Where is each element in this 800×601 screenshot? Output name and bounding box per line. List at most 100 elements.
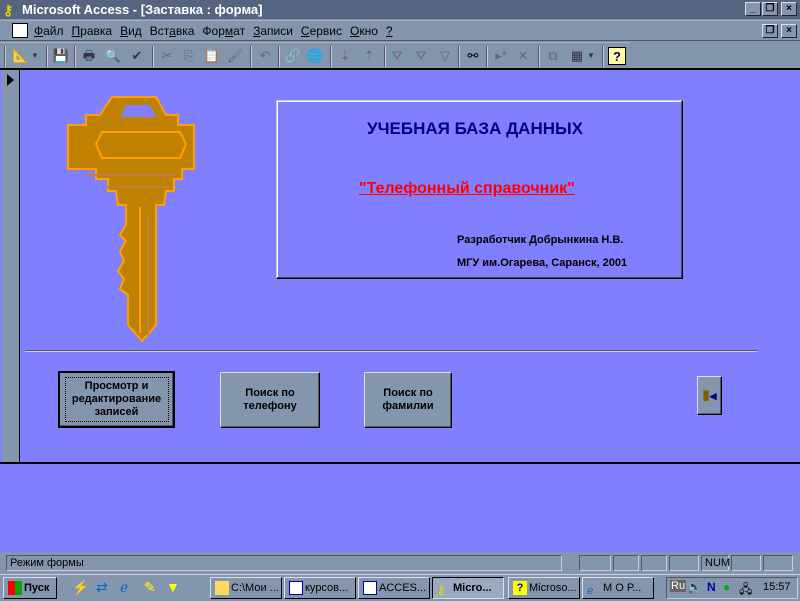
key-image bbox=[67, 96, 195, 343]
new-object-icon[interactable]: ▦ bbox=[568, 47, 586, 65]
task-word-1[interactable]: курсов... bbox=[284, 577, 356, 599]
menu-item-2[interactable]: Вид bbox=[116, 21, 146, 41]
internet-explorer-icon: ℯ bbox=[587, 585, 594, 598]
start-button[interactable]: Пуск bbox=[3, 577, 57, 599]
menu-label: ервис bbox=[309, 24, 342, 38]
title-bar: ⚷ Microsoft Access - [Заставка : форма] … bbox=[0, 0, 800, 19]
key-app-icon: ⚷ bbox=[3, 2, 14, 18]
menu-item-4[interactable]: Формат bbox=[198, 21, 249, 41]
task-label: курсов... bbox=[305, 582, 349, 594]
copy-icon[interactable]: ⎘ bbox=[180, 47, 198, 65]
task-ie[interactable]: ℯ М О Р... bbox=[582, 577, 654, 599]
status-panel bbox=[641, 555, 667, 571]
minimize-button[interactable]: _ bbox=[745, 2, 761, 16]
menu-label: ид bbox=[128, 24, 142, 38]
print-icon[interactable]: 🖶 bbox=[80, 47, 98, 65]
word-doc-icon bbox=[289, 581, 303, 596]
sort-descending-icon[interactable]: ⇡ bbox=[360, 47, 378, 65]
design-view-icon[interactable]: 📐 bbox=[12, 47, 30, 65]
title-panel: УЧЕБНАЯ БАЗА ДАННЫХ "Телефонный справочн… bbox=[276, 100, 683, 279]
status-panel bbox=[579, 555, 611, 571]
menu-item-1[interactable]: Правка bbox=[68, 21, 117, 41]
menu-accelerator: С bbox=[300, 24, 310, 38]
key-icon: ⚷ bbox=[437, 585, 446, 598]
search-by-name-button[interactable]: Поиск по фамилии bbox=[364, 372, 452, 428]
restore-button[interactable]: ❐ bbox=[762, 2, 778, 16]
task-label: C:\Мои ... bbox=[231, 582, 279, 594]
author-text: Разработчик Добрынкина Н.В. bbox=[457, 234, 624, 246]
menu-label: Фор bbox=[202, 24, 225, 38]
task-access-active[interactable]: ⚷ Micro... bbox=[432, 577, 504, 599]
hyperlink-icon[interactable]: 🔗 bbox=[284, 47, 302, 65]
internet-explorer-icon[interactable]: ℯ bbox=[120, 579, 128, 596]
browse-records-button[interactable]: Просмотр и редактирование записей bbox=[58, 371, 175, 428]
doc-close-button[interactable]: × bbox=[781, 24, 797, 38]
task-label: Microso... bbox=[529, 582, 577, 594]
filter-by-selection-icon[interactable]: ⛛ bbox=[388, 47, 406, 65]
language-indicator[interactable]: Ru bbox=[670, 580, 687, 592]
form-section-divider bbox=[0, 462, 800, 464]
database-window-icon[interactable]: ⧉ bbox=[544, 47, 562, 65]
menu-item-3[interactable]: Вставка bbox=[146, 21, 199, 41]
quicklaunch-icon[interactable]: ⚡ bbox=[72, 579, 89, 596]
menu-label: айл bbox=[43, 24, 64, 38]
menu-accelerator: ? bbox=[385, 24, 393, 38]
new-object-dropdown-icon[interactable]: ▼ bbox=[586, 47, 596, 65]
apply-filter-icon[interactable]: ▽ bbox=[436, 47, 454, 65]
menu-item-7[interactable]: Окно bbox=[346, 21, 382, 41]
task-folder[interactable]: C:\Мои ... bbox=[210, 577, 282, 599]
undo-icon[interactable]: ↶ bbox=[256, 47, 274, 65]
antivirus-icon[interactable]: N bbox=[707, 580, 716, 594]
save-icon[interactable]: 💾 bbox=[52, 47, 70, 65]
status-panel bbox=[669, 555, 699, 571]
quicklaunch-icon[interactable]: ✎ bbox=[144, 579, 156, 596]
network-icon[interactable]: 🖧 bbox=[739, 580, 752, 601]
taskbar: Пуск ⚡ ⇄ ℯ ✎ ▼ C:\Мои ... курсов... ACCE… bbox=[0, 574, 800, 600]
help-icon: ? bbox=[513, 581, 527, 596]
menu-item-6[interactable]: Сервис bbox=[297, 21, 346, 41]
menu-item-0[interactable]: Файл bbox=[30, 21, 68, 41]
menu-label: аписи bbox=[260, 24, 293, 38]
sort-ascending-icon[interactable]: ⇣ bbox=[336, 47, 354, 65]
help-icon[interactable]: ? bbox=[608, 47, 626, 65]
cut-icon[interactable]: ✂ bbox=[158, 47, 176, 65]
current-record-arrow-icon bbox=[7, 74, 14, 86]
close-button[interactable]: × bbox=[781, 2, 797, 16]
tray-icon[interactable]: ● bbox=[723, 580, 730, 594]
system-tray: Ru 🔈 N ● 🖧 15:57 bbox=[666, 577, 798, 599]
form-doc-icon bbox=[12, 23, 28, 38]
delete-record-icon[interactable]: ✕ bbox=[514, 47, 532, 65]
status-panel bbox=[613, 555, 639, 571]
task-help[interactable]: ? Microso... bbox=[508, 577, 580, 599]
menu-accelerator: П bbox=[71, 24, 81, 38]
menu-accelerator: а bbox=[169, 24, 176, 38]
web-toolbar-icon[interactable]: 🌐 bbox=[306, 47, 324, 65]
status-panel bbox=[763, 555, 793, 571]
quicklaunch-icon[interactable]: ▼ bbox=[166, 579, 180, 595]
record-selector[interactable] bbox=[2, 70, 20, 462]
filter-by-form-icon[interactable]: ⛛ bbox=[412, 47, 430, 65]
menu-label: Вст bbox=[149, 24, 170, 38]
quicklaunch-icon[interactable]: ⇄ bbox=[96, 579, 108, 596]
task-label: ACCES... bbox=[379, 582, 427, 594]
new-record-icon[interactable]: ▸* bbox=[492, 47, 510, 65]
num-lock-indicator: NUM bbox=[701, 555, 730, 571]
start-label: Пуск bbox=[24, 582, 50, 594]
spelling-icon[interactable]: ✔ bbox=[128, 47, 146, 65]
exit-button[interactable]: ▮◀ bbox=[697, 376, 722, 415]
doc-restore-button[interactable]: ❐ bbox=[762, 24, 778, 38]
clock: 15:57 bbox=[763, 581, 791, 593]
search-by-phone-button[interactable]: Поиск по телефону bbox=[220, 372, 320, 428]
volume-icon[interactable]: 🔈 bbox=[687, 580, 702, 594]
format-painter-icon[interactable]: 🖌 bbox=[226, 47, 244, 65]
task-word-2[interactable]: ACCES... bbox=[358, 577, 430, 599]
menu-label: ат bbox=[233, 24, 246, 38]
menu-item-8[interactable]: ? bbox=[382, 21, 397, 41]
menu-item-5[interactable]: Записи bbox=[249, 21, 297, 41]
print-preview-icon[interactable]: 🔍 bbox=[104, 47, 122, 65]
find-binoculars-icon[interactable]: ⚯ bbox=[464, 47, 482, 65]
view-dropdown-icon[interactable]: ▼ bbox=[30, 47, 40, 65]
menu-accelerator: Ф bbox=[34, 24, 44, 38]
paste-icon[interactable]: 📋 bbox=[203, 47, 221, 65]
menu-accelerator: В bbox=[120, 24, 129, 38]
